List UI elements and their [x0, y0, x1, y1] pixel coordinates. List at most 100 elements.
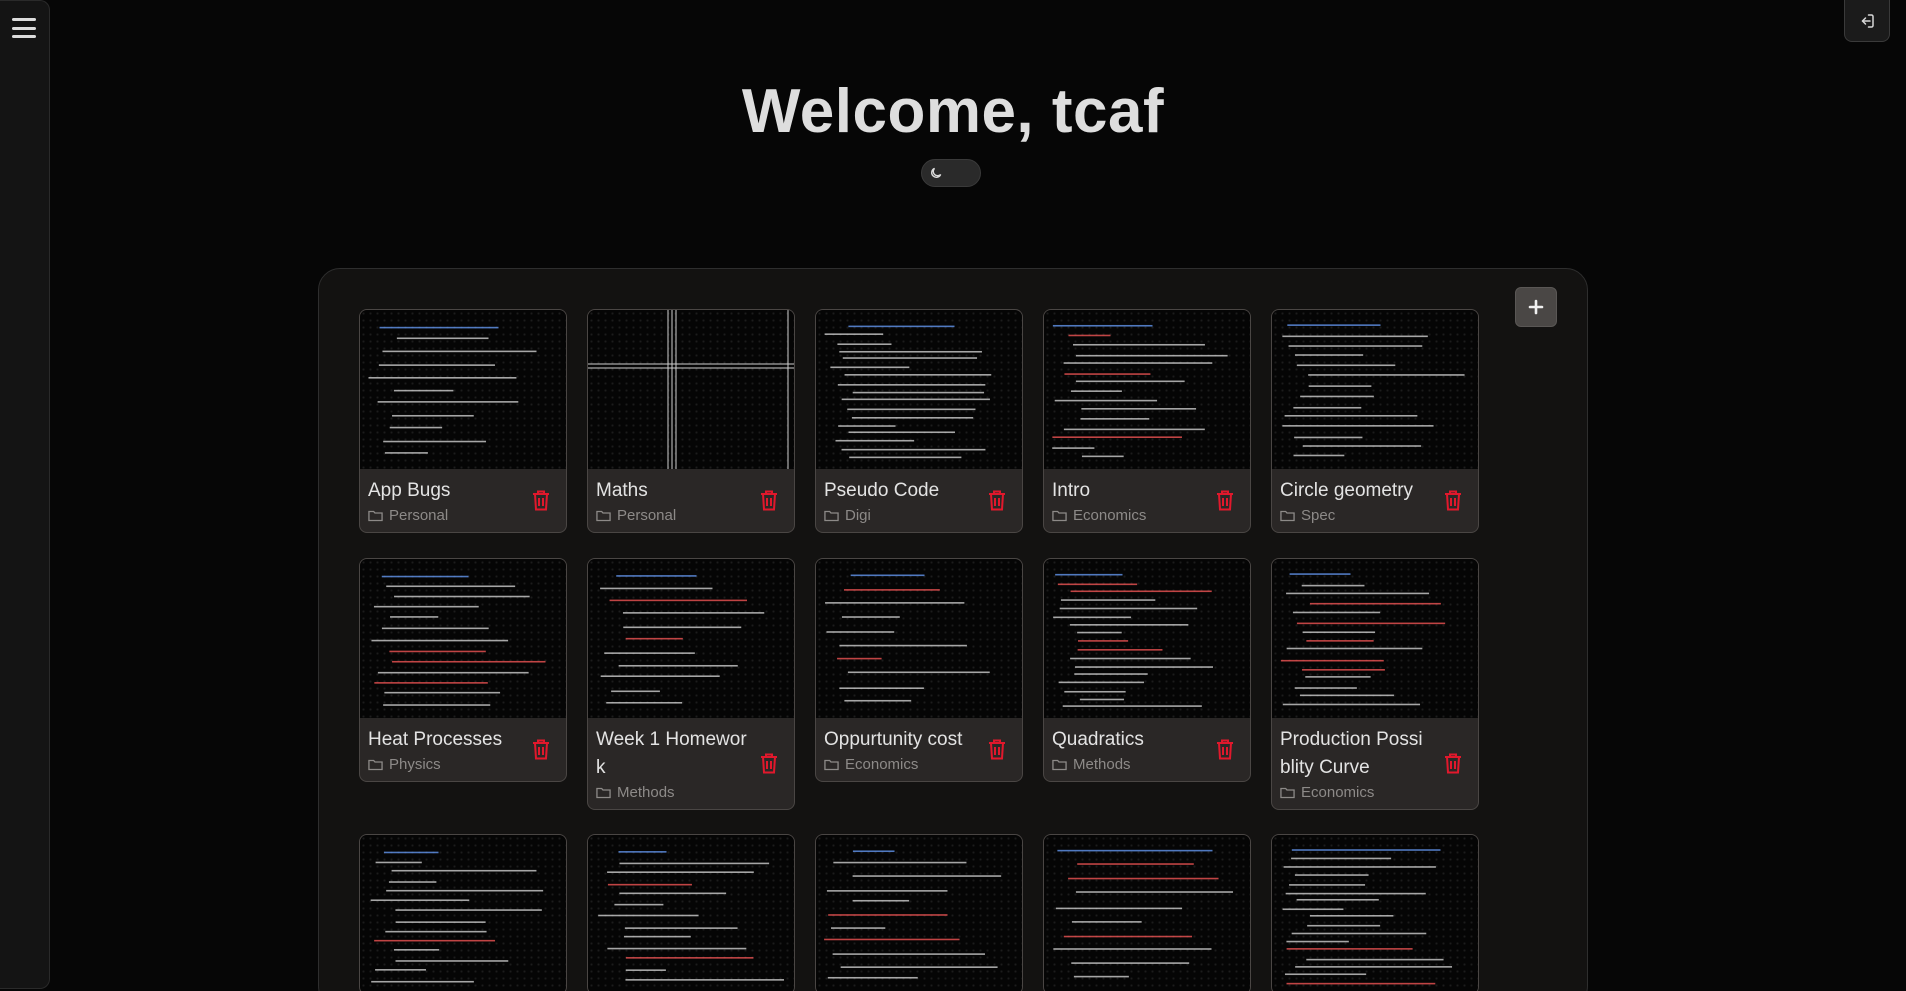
theme-toggle[interactable]	[921, 159, 981, 187]
handwriting-stroke	[391, 869, 537, 872]
handwriting-stroke	[1284, 414, 1418, 417]
delete-note-button[interactable]	[1442, 489, 1464, 513]
note-preview	[1282, 849, 1453, 985]
note-title: Intro	[1052, 480, 1091, 501]
delete-note-button[interactable]	[530, 738, 552, 762]
note-card[interactable]: Pseudo Code Digi	[815, 309, 1023, 533]
handwriting-stroke	[852, 899, 910, 902]
note-card[interactable]	[815, 834, 1023, 991]
note-folder: Economics	[824, 756, 976, 773]
note-folder: Methods	[1052, 756, 1204, 773]
delete-note-button[interactable]	[1214, 489, 1236, 513]
delete-note-button[interactable]	[758, 489, 780, 513]
note-folder: Physics	[368, 756, 520, 773]
delete-note-button[interactable]	[530, 489, 552, 513]
note-card[interactable]	[1271, 834, 1479, 991]
handwriting-stroke	[824, 333, 884, 335]
logout-button[interactable]	[1844, 0, 1890, 42]
note-folder-label: Physics	[389, 756, 441, 773]
note-card[interactable]	[359, 834, 567, 991]
note-thumbnail	[816, 310, 1022, 469]
handwriting-stroke	[838, 425, 896, 427]
handwriting-stroke	[607, 947, 747, 950]
handwriting-stroke	[607, 883, 692, 886]
sidebar	[0, 0, 50, 989]
handwriting-stroke	[1052, 447, 1095, 449]
note-folder-label: Digi	[845, 507, 871, 524]
handwriting-stroke	[833, 861, 967, 864]
folder-icon	[824, 759, 839, 771]
trash-icon	[1445, 753, 1461, 774]
note-folder-label: Methods	[1073, 756, 1131, 773]
handwriting-stroke	[1296, 364, 1396, 367]
note-card[interactable]: Quadratics Methods	[1043, 558, 1251, 782]
delete-note-button[interactable]	[758, 752, 780, 776]
handwriting-stroke	[618, 664, 738, 667]
menu-button[interactable]	[10, 15, 38, 41]
handwriting-stroke	[839, 644, 967, 647]
note-card[interactable]: Heat Processes Physics	[359, 558, 567, 782]
handwriting-stroke	[1289, 573, 1351, 575]
note-card[interactable]: Oppurtunity cost Economics	[815, 558, 1023, 782]
handwriting-stroke	[383, 704, 491, 706]
note-folder: Personal	[596, 507, 748, 524]
handwriting-stroke	[1063, 935, 1193, 938]
note-folder-label: Personal	[389, 507, 449, 524]
handwriting-stroke	[837, 343, 892, 346]
note-card[interactable]: Circle geometry Spec	[1271, 309, 1479, 533]
note-card-body: Pseudo Code Digi	[816, 469, 1022, 532]
note-card[interactable]: Maths Personal	[587, 309, 795, 533]
note-card-body: Maths Personal	[588, 469, 794, 532]
delete-note-button[interactable]	[1214, 738, 1236, 762]
note-card[interactable]: Intro Economics	[1043, 309, 1251, 533]
handwriting-stroke	[1064, 373, 1151, 375]
handwriting-stroke	[1053, 616, 1132, 619]
note-card[interactable]: Week 1 Homework Methods	[587, 558, 795, 810]
handwriting-stroke	[373, 605, 479, 608]
note-thumbnail	[588, 310, 794, 469]
note-thumbnail	[360, 310, 566, 469]
folder-icon	[368, 759, 383, 771]
note-card[interactable]	[587, 834, 795, 991]
note-folder-label: Economics	[1301, 784, 1375, 801]
handwriting-stroke	[607, 871, 754, 873]
handwriting-stroke	[1062, 705, 1202, 707]
handwriting-stroke	[396, 337, 489, 340]
note-folder-label: Economics	[1073, 507, 1147, 524]
note-thumbnail	[360, 559, 566, 718]
handwriting-stroke	[1075, 354, 1228, 357]
handwriting-stroke	[824, 938, 960, 941]
handwriting-stroke	[1059, 607, 1198, 610]
note-card[interactable]: App Bugs Personal	[359, 309, 567, 533]
handwriting-stroke	[1309, 915, 1394, 917]
handwriting-stroke	[384, 691, 501, 694]
note-thumbnail	[1272, 835, 1478, 991]
page-title: Welcome, tcaf	[741, 77, 1165, 146]
handwriting-stroke	[611, 690, 660, 693]
add-note-button[interactable]	[1515, 287, 1557, 327]
handwriting-stroke	[393, 389, 454, 392]
handwriting-stroke	[371, 639, 509, 642]
handwriting-stroke	[1052, 324, 1153, 327]
handwriting-stroke	[1075, 380, 1185, 383]
handwriting-stroke	[393, 949, 440, 951]
dashboard-page: Welcome, tcaf App Bugs Personal Maths Pe…	[0, 0, 1906, 991]
note-preview	[598, 851, 784, 981]
handwriting-stroke	[850, 574, 925, 577]
handwriting-stroke	[1289, 884, 1366, 886]
note-card[interactable]: Production Possiblity Curve Economics	[1271, 558, 1479, 810]
delete-note-button[interactable]	[986, 738, 1008, 762]
delete-note-button[interactable]	[986, 489, 1008, 513]
delete-note-button[interactable]	[1442, 752, 1464, 776]
handwriting-stroke	[847, 408, 976, 411]
handwriting-stroke	[841, 398, 990, 401]
handwriting-stroke	[1302, 669, 1385, 671]
handwriting-stroke	[1057, 849, 1213, 852]
handwriting-stroke	[1079, 698, 1125, 701]
handwriting-stroke	[839, 350, 982, 353]
handwriting-stroke	[379, 326, 499, 329]
handwriting-stroke	[1068, 877, 1219, 880]
note-card[interactable]	[1043, 834, 1251, 991]
handwriting-stroke	[625, 969, 666, 971]
note-thumbnail	[588, 559, 794, 718]
